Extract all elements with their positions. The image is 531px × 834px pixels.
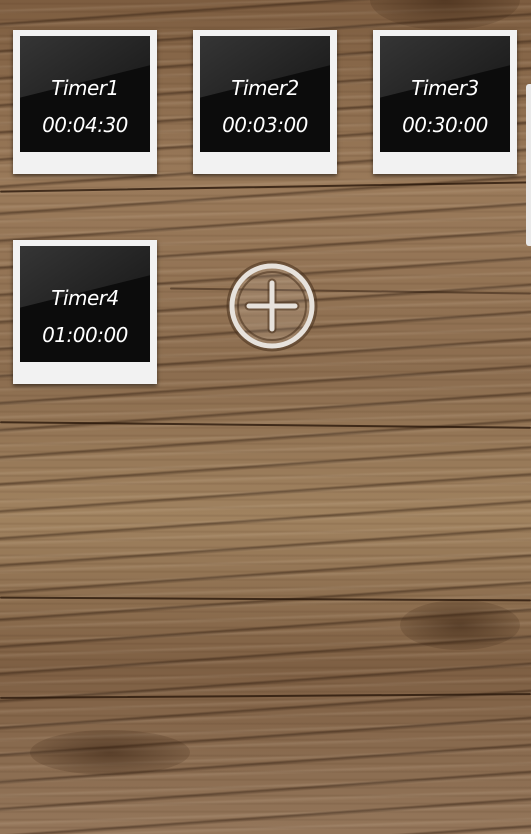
timer-time: 00:04:30 <box>42 113 128 137</box>
timer-screen: Timer2 00:03:00 <box>200 36 330 152</box>
wood-knot <box>370 0 520 30</box>
timer-time: 00:03:00 <box>222 113 308 137</box>
side-drawer-handle[interactable] <box>526 84 531 246</box>
timer-card-4[interactable]: Timer4 01:00:00 <box>13 240 157 384</box>
timer-screen: Timer4 01:00:00 <box>20 246 150 362</box>
timer-time: 00:30:00 <box>402 113 488 137</box>
timer-name: Timer3 <box>411 76 479 100</box>
timer-card-2[interactable]: Timer2 00:03:00 <box>193 30 337 174</box>
wood-knot <box>400 600 520 650</box>
timer-name: Timer4 <box>51 286 119 310</box>
timer-screen: Timer3 00:30:00 <box>380 36 510 152</box>
wood-crack <box>0 596 531 602</box>
timer-card-3[interactable]: Timer3 00:30:00 <box>373 30 517 174</box>
wood-crack <box>0 693 531 699</box>
wood-crack <box>0 421 531 429</box>
timer-card-1[interactable]: Timer1 00:04:30 <box>13 30 157 174</box>
timer-name: Timer1 <box>51 76 119 100</box>
plus-circle-icon <box>226 260 318 352</box>
wood-crack <box>0 181 531 193</box>
timer-name: Timer2 <box>231 76 299 100</box>
timer-time: 01:00:00 <box>42 323 128 347</box>
add-timer-button[interactable] <box>225 259 319 353</box>
timer-screen: Timer1 00:04:30 <box>20 36 150 152</box>
wood-knot <box>30 730 190 775</box>
